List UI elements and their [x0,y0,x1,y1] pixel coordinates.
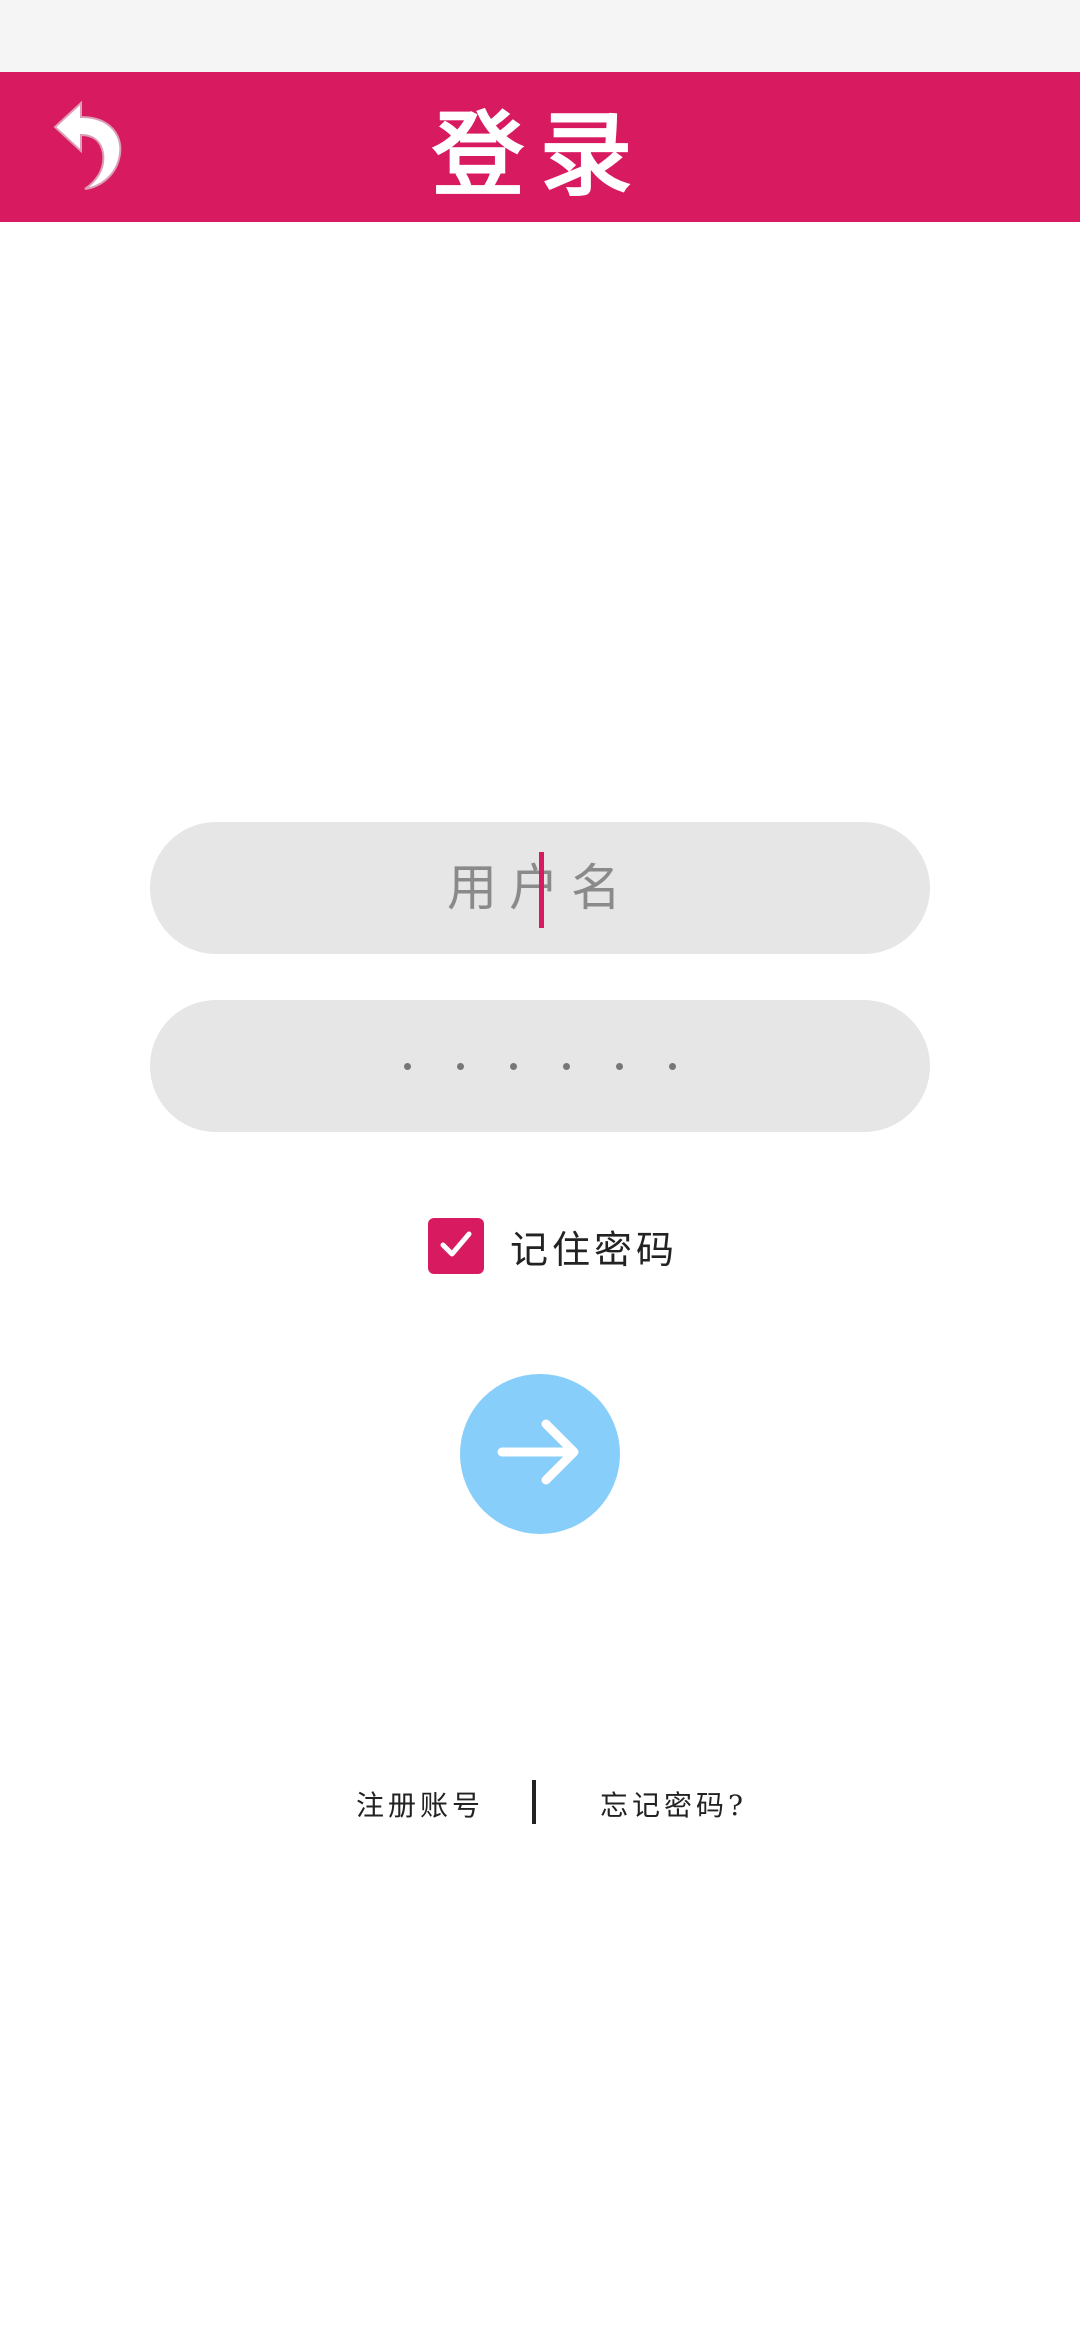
status-bar [0,0,1080,72]
link-divider [532,1780,536,1824]
username-field[interactable] [150,821,930,955]
password-field[interactable] [150,999,930,1133]
back-arrow-icon [45,97,135,197]
remember-label: 记住密码 [510,1227,679,1272]
arrow-right-icon [490,1412,590,1496]
page-title: 登录 [431,100,648,209]
back-button[interactable] [40,92,140,202]
register-link[interactable]: 注册账号 [356,1784,484,1824]
remember-password-row[interactable]: 记住密码 [428,1218,678,1274]
app-header: 登录 [0,72,1080,222]
account-links: 注册账号 忘记密码? [0,1780,1080,1828]
text-caret [539,852,544,928]
login-submit-button[interactable] [460,1374,620,1534]
checkmark-icon [436,1224,476,1268]
password-input[interactable] [150,999,930,1133]
remember-checkbox[interactable] [428,1218,484,1274]
forgot-password-link[interactable]: 忘记密码? [600,1784,747,1824]
